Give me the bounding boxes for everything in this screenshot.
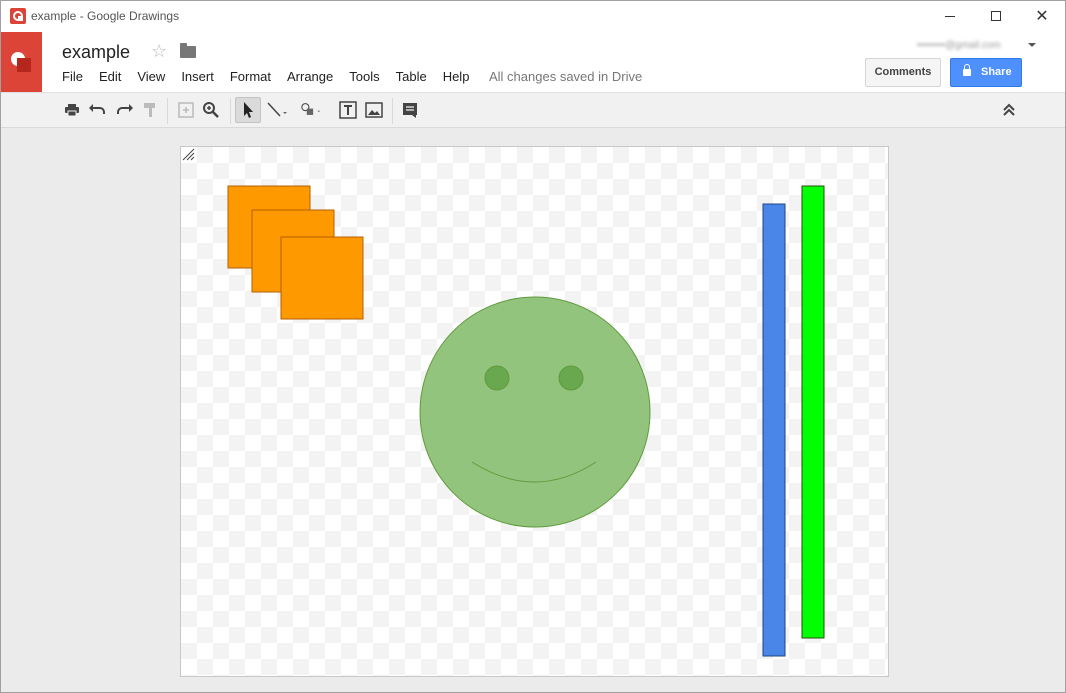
- app-header: example ☆ File Edit View Insert Format A…: [1, 32, 1065, 92]
- title-bar: example - Google Drawings ✕: [1, 1, 1065, 32]
- maximize-button[interactable]: [973, 1, 1019, 32]
- menu-bar: File Edit View Insert Format Arrange Too…: [62, 69, 485, 84]
- menu-edit[interactable]: Edit: [99, 69, 121, 84]
- window-title: example - Google Drawings: [31, 9, 180, 23]
- toolbar-separator: [392, 98, 393, 124]
- collapse-icon[interactable]: [997, 98, 1021, 122]
- close-button[interactable]: ✕: [1019, 1, 1065, 32]
- menu-view[interactable]: View: [137, 69, 165, 84]
- smiley-face[interactable]: [419, 296, 651, 528]
- green-bar[interactable]: [801, 185, 825, 639]
- menu-file[interactable]: File: [62, 69, 83, 84]
- drawing-svg: [227, 185, 825, 657]
- menu-help[interactable]: Help: [443, 69, 470, 84]
- redo-icon[interactable]: [112, 98, 136, 122]
- menu-format[interactable]: Format: [230, 69, 271, 84]
- zoom-icon[interactable]: [199, 98, 223, 122]
- resize-grip-icon[interactable]: [181, 147, 195, 161]
- smiley-right-eye: [558, 365, 584, 391]
- menu-arrange[interactable]: Arrange: [287, 69, 333, 84]
- line-icon[interactable]: [264, 98, 288, 122]
- account-email[interactable]: ••••••••@gmail.com: [917, 40, 1001, 51]
- blue-bar[interactable]: [762, 203, 786, 657]
- drawings-window: example - Google Drawings ✕ example ☆ Fi…: [0, 0, 1066, 693]
- menu-tools[interactable]: Tools: [349, 69, 379, 84]
- paint-format-icon[interactable]: [138, 98, 162, 122]
- image-icon[interactable]: [362, 98, 386, 122]
- print-icon[interactable]: [60, 98, 84, 122]
- document-title[interactable]: example: [62, 42, 130, 63]
- comments-button[interactable]: Comments: [865, 58, 941, 87]
- menu-table[interactable]: Table: [396, 69, 427, 84]
- toolbar: [1, 92, 1065, 128]
- drawings-logo[interactable]: [1, 32, 42, 92]
- undo-icon[interactable]: [86, 98, 110, 122]
- drawing-page[interactable]: [180, 146, 889, 677]
- share-label: Share: [981, 66, 1012, 78]
- minimize-button[interactable]: [927, 1, 973, 32]
- toolbar-separator: [230, 98, 231, 124]
- text-box-icon[interactable]: [336, 98, 360, 122]
- smiley-head[interactable]: [419, 296, 651, 528]
- shape-icon[interactable]: [299, 98, 333, 122]
- lock-icon: [963, 64, 971, 76]
- save-status[interactable]: All changes saved in Drive: [489, 69, 642, 84]
- share-button[interactable]: Share: [950, 58, 1022, 87]
- canvas-area: [1, 128, 1065, 692]
- smiley-left-eye: [484, 365, 510, 391]
- menu-insert[interactable]: Insert: [181, 69, 214, 84]
- select-icon[interactable]: [235, 97, 261, 123]
- maximize-icon: [991, 11, 1001, 21]
- zoom-fit-icon[interactable]: [174, 98, 198, 122]
- drawings-app-icon: [10, 8, 26, 24]
- close-icon: ✕: [1035, 6, 1049, 25]
- orange-square-3[interactable]: [280, 236, 364, 320]
- minimize-icon: [945, 16, 955, 17]
- star-icon[interactable]: ☆: [151, 41, 167, 62]
- account-caret-icon[interactable]: [1028, 43, 1036, 47]
- folder-icon[interactable]: [180, 43, 196, 58]
- logo-square: [17, 58, 31, 72]
- toolbar-separator: [167, 98, 168, 124]
- comment-icon[interactable]: [398, 98, 422, 122]
